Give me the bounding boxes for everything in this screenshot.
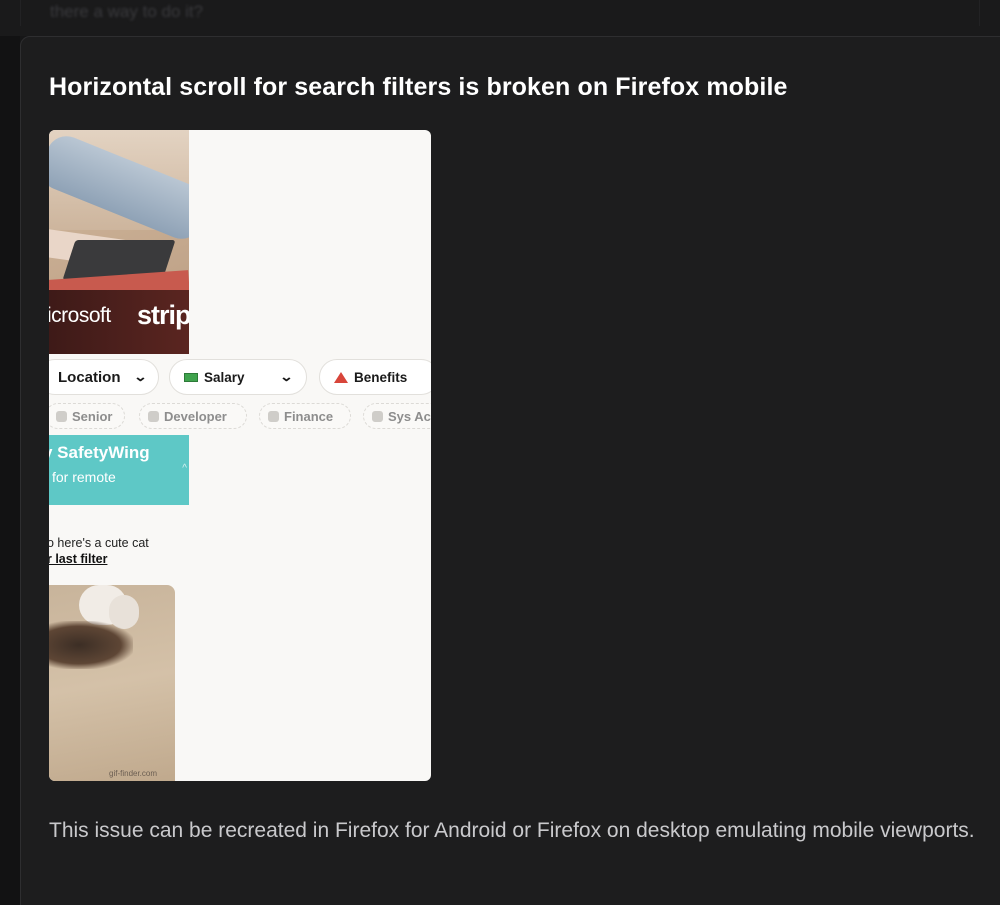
hero-photo: icrosoft strip bbox=[49, 130, 189, 354]
previous-card-fragment: there a way to do it? bbox=[0, 0, 1000, 36]
filter-benefits-button[interactable]: Benefits bbox=[319, 359, 431, 395]
filter-salary-button[interactable]: Salary ⌄ bbox=[169, 359, 307, 395]
tag-senior-label: Senior bbox=[72, 408, 113, 424]
cat-gif: gif-finder.com bbox=[49, 585, 175, 781]
filter-benefits-label: Benefits bbox=[354, 369, 408, 385]
chevron-down-icon: ⌄ bbox=[279, 369, 294, 384]
tag-finance[interactable]: Finance bbox=[259, 403, 351, 429]
tag-sysadmin-label: Sys Ac bbox=[388, 408, 431, 424]
filter-salary-label: Salary bbox=[204, 369, 245, 385]
issue-description: This issue can be recreated in Firefox f… bbox=[49, 819, 975, 842]
developer-icon bbox=[148, 410, 159, 422]
previous-card-snippet: there a way to do it? bbox=[50, 2, 204, 21]
issue-screenshot[interactable]: icrosoft strip Location ⌄ Salary ⌄ Benef… bbox=[49, 130, 431, 781]
money-icon bbox=[184, 372, 198, 382]
issue-title[interactable]: Horizontal scroll for search filters is … bbox=[49, 73, 788, 102]
hero-logo-microsoft: icrosoft bbox=[49, 304, 111, 327]
filter-location-label: Location bbox=[58, 368, 121, 386]
cat-message: o here's a cute cat bbox=[49, 536, 149, 550]
gif-credit: gif-finder.com bbox=[109, 769, 158, 778]
tag-developer-label: Developer bbox=[164, 408, 227, 424]
banner-caret-icon: ^ bbox=[182, 463, 187, 474]
banner-subtitle: for remote bbox=[52, 469, 116, 485]
filter-location-button[interactable]: Location ⌄ bbox=[49, 359, 159, 395]
chevron-down-icon: ⌄ bbox=[133, 369, 148, 384]
tag-developer[interactable]: Developer bbox=[139, 403, 247, 429]
banner-title: y SafetyWing bbox=[49, 443, 150, 462]
safetywing-banner[interactable]: y SafetyWing for remote ^ bbox=[49, 435, 189, 505]
issue-card: Horizontal scroll for search filters is … bbox=[20, 36, 1000, 905]
clear-last-filter-link[interactable]: r last filter bbox=[49, 552, 107, 566]
tent-icon bbox=[334, 371, 348, 383]
hero-logo-stripe: strip bbox=[137, 300, 189, 330]
sysadmin-icon bbox=[372, 410, 383, 422]
left-rail bbox=[0, 36, 20, 905]
tag-finance-label: Finance bbox=[284, 408, 334, 424]
senior-icon bbox=[56, 410, 67, 422]
tag-senior[interactable]: Senior bbox=[49, 403, 125, 429]
finance-icon bbox=[268, 410, 279, 422]
tag-sysadmin[interactable]: Sys Ac bbox=[363, 403, 431, 429]
